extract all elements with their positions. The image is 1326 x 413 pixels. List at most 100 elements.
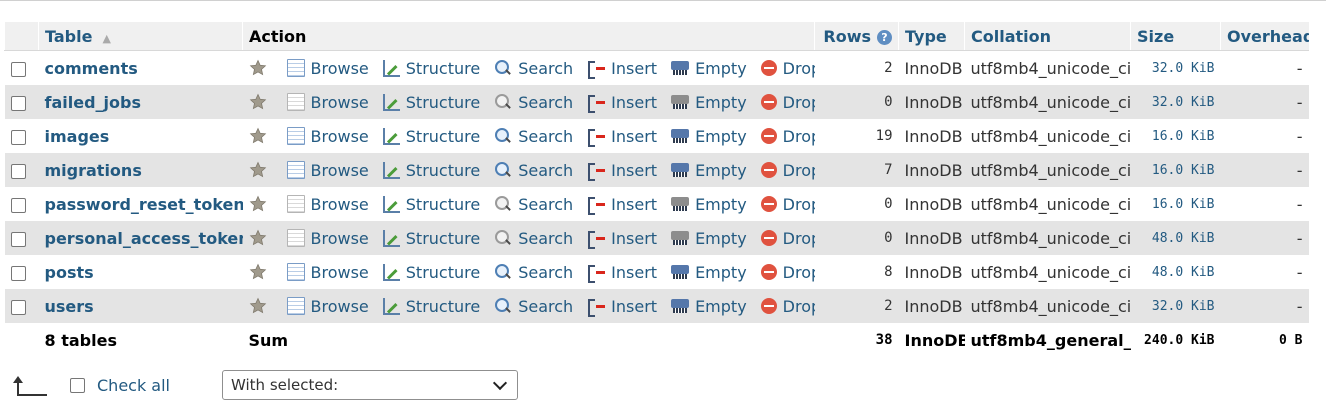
- search-action[interactable]: Search: [494, 263, 573, 282]
- structure-label[interactable]: Structure: [406, 229, 480, 248]
- search-label[interactable]: Search: [518, 297, 573, 316]
- row-checkbox[interactable]: [10, 299, 26, 315]
- search-label[interactable]: Search: [518, 127, 573, 146]
- search-action[interactable]: Search: [494, 297, 573, 316]
- favorite-button[interactable]: [249, 229, 273, 247]
- insert-action[interactable]: Insert: [587, 93, 657, 113]
- search-action[interactable]: Search: [494, 127, 573, 146]
- structure-label[interactable]: Structure: [406, 93, 480, 112]
- search-action[interactable]: Search: [494, 195, 573, 214]
- browse-label[interactable]: Browse: [311, 229, 369, 248]
- favorite-button[interactable]: [249, 297, 273, 315]
- row-checkbox[interactable]: [10, 163, 26, 179]
- insert-label[interactable]: Insert: [611, 297, 657, 316]
- header-rows-label[interactable]: Rows: [823, 27, 871, 46]
- structure-action[interactable]: Structure: [382, 59, 480, 78]
- search-label[interactable]: Search: [518, 229, 573, 248]
- favorite-button[interactable]: [249, 195, 273, 213]
- header-overhead[interactable]: Overhead: [1220, 22, 1309, 51]
- browse-action[interactable]: Browse: [286, 195, 369, 214]
- check-all-checkbox[interactable]: [70, 377, 85, 393]
- search-action[interactable]: Search: [494, 161, 573, 180]
- empty-label[interactable]: Empty: [695, 127, 747, 146]
- row-size[interactable]: 32.0 KiB: [1130, 289, 1221, 323]
- structure-label[interactable]: Structure: [406, 297, 480, 316]
- drop-action[interactable]: Drop: [760, 263, 815, 282]
- favorite-button[interactable]: [249, 127, 273, 145]
- drop-action[interactable]: Drop: [760, 59, 815, 78]
- insert-action[interactable]: Insert: [587, 59, 657, 79]
- structure-action[interactable]: Structure: [382, 161, 480, 180]
- drop-label[interactable]: Drop: [783, 263, 815, 282]
- drop-label[interactable]: Drop: [783, 93, 815, 112]
- structure-label[interactable]: Structure: [406, 161, 480, 180]
- browse-action[interactable]: Browse: [286, 93, 369, 112]
- header-rows[interactable]: Rows?: [814, 22, 899, 51]
- header-table[interactable]: Table ▲: [38, 22, 243, 51]
- browse-label[interactable]: Browse: [311, 93, 369, 112]
- empty-action[interactable]: Empty: [671, 59, 747, 78]
- insert-action[interactable]: Insert: [587, 161, 657, 181]
- structure-action[interactable]: Structure: [382, 229, 480, 248]
- browse-label[interactable]: Browse: [311, 161, 369, 180]
- empty-action[interactable]: Empty: [671, 195, 747, 214]
- empty-action[interactable]: Empty: [671, 127, 747, 146]
- structure-action[interactable]: Structure: [382, 263, 480, 282]
- empty-label[interactable]: Empty: [695, 263, 747, 282]
- row-checkbox[interactable]: [10, 95, 26, 111]
- insert-label[interactable]: Insert: [611, 59, 657, 78]
- header-size[interactable]: Size: [1130, 22, 1221, 51]
- search-action[interactable]: Search: [494, 229, 573, 248]
- check-all[interactable]: Check all: [70, 376, 170, 395]
- row-size[interactable]: 16.0 KiB: [1130, 153, 1221, 187]
- table-name-link[interactable]: images: [38, 119, 243, 153]
- search-label[interactable]: Search: [518, 263, 573, 282]
- row-checkbox[interactable]: [10, 197, 26, 213]
- table-name-link[interactable]: comments: [38, 50, 243, 85]
- browse-action[interactable]: Browse: [286, 263, 369, 282]
- empty-label[interactable]: Empty: [695, 229, 747, 248]
- sort-asc-icon[interactable]: ▲: [102, 32, 110, 45]
- browse-action[interactable]: Browse: [286, 161, 369, 180]
- empty-label[interactable]: Empty: [695, 161, 747, 180]
- search-label[interactable]: Search: [518, 59, 573, 78]
- search-action[interactable]: Search: [494, 59, 573, 78]
- row-size[interactable]: 32.0 KiB: [1130, 50, 1221, 85]
- favorite-button[interactable]: [249, 93, 273, 111]
- browse-label[interactable]: Browse: [311, 195, 369, 214]
- insert-label[interactable]: Insert: [611, 161, 657, 180]
- insert-action[interactable]: Insert: [587, 297, 657, 317]
- drop-label[interactable]: Drop: [783, 127, 815, 146]
- header-collation[interactable]: Collation: [964, 22, 1131, 51]
- insert-label[interactable]: Insert: [611, 263, 657, 282]
- table-name-link[interactable]: failed_jobs: [38, 85, 243, 119]
- drop-label[interactable]: Drop: [783, 59, 815, 78]
- row-checkbox[interactable]: [10, 61, 26, 77]
- browse-action[interactable]: Browse: [286, 297, 369, 316]
- row-size[interactable]: 16.0 KiB: [1130, 119, 1221, 153]
- empty-label[interactable]: Empty: [695, 93, 747, 112]
- with-selected-dropdown[interactable]: With selected:: [222, 370, 518, 400]
- table-name-link[interactable]: password_reset_tokens: [38, 187, 243, 221]
- table-name-link[interactable]: migrations: [38, 153, 243, 187]
- insert-action[interactable]: Insert: [587, 195, 657, 215]
- browse-action[interactable]: Browse: [286, 127, 369, 146]
- empty-action[interactable]: Empty: [671, 297, 747, 316]
- header-table-label[interactable]: Table: [45, 27, 92, 46]
- browse-label[interactable]: Browse: [311, 263, 369, 282]
- drop-label[interactable]: Drop: [783, 297, 815, 316]
- favorite-button[interactable]: [249, 59, 273, 77]
- search-action[interactable]: Search: [494, 93, 573, 112]
- drop-action[interactable]: Drop: [760, 297, 815, 316]
- drop-action[interactable]: Drop: [760, 93, 815, 112]
- drop-label[interactable]: Drop: [783, 229, 815, 248]
- row-size[interactable]: 16.0 KiB: [1130, 187, 1221, 221]
- browse-label[interactable]: Browse: [311, 127, 369, 146]
- insert-action[interactable]: Insert: [587, 127, 657, 147]
- search-label[interactable]: Search: [518, 161, 573, 180]
- search-label[interactable]: Search: [518, 195, 573, 214]
- row-checkbox[interactable]: [10, 265, 26, 281]
- browse-action[interactable]: Browse: [286, 229, 369, 248]
- row-checkbox[interactable]: [10, 129, 26, 145]
- drop-label[interactable]: Drop: [783, 161, 815, 180]
